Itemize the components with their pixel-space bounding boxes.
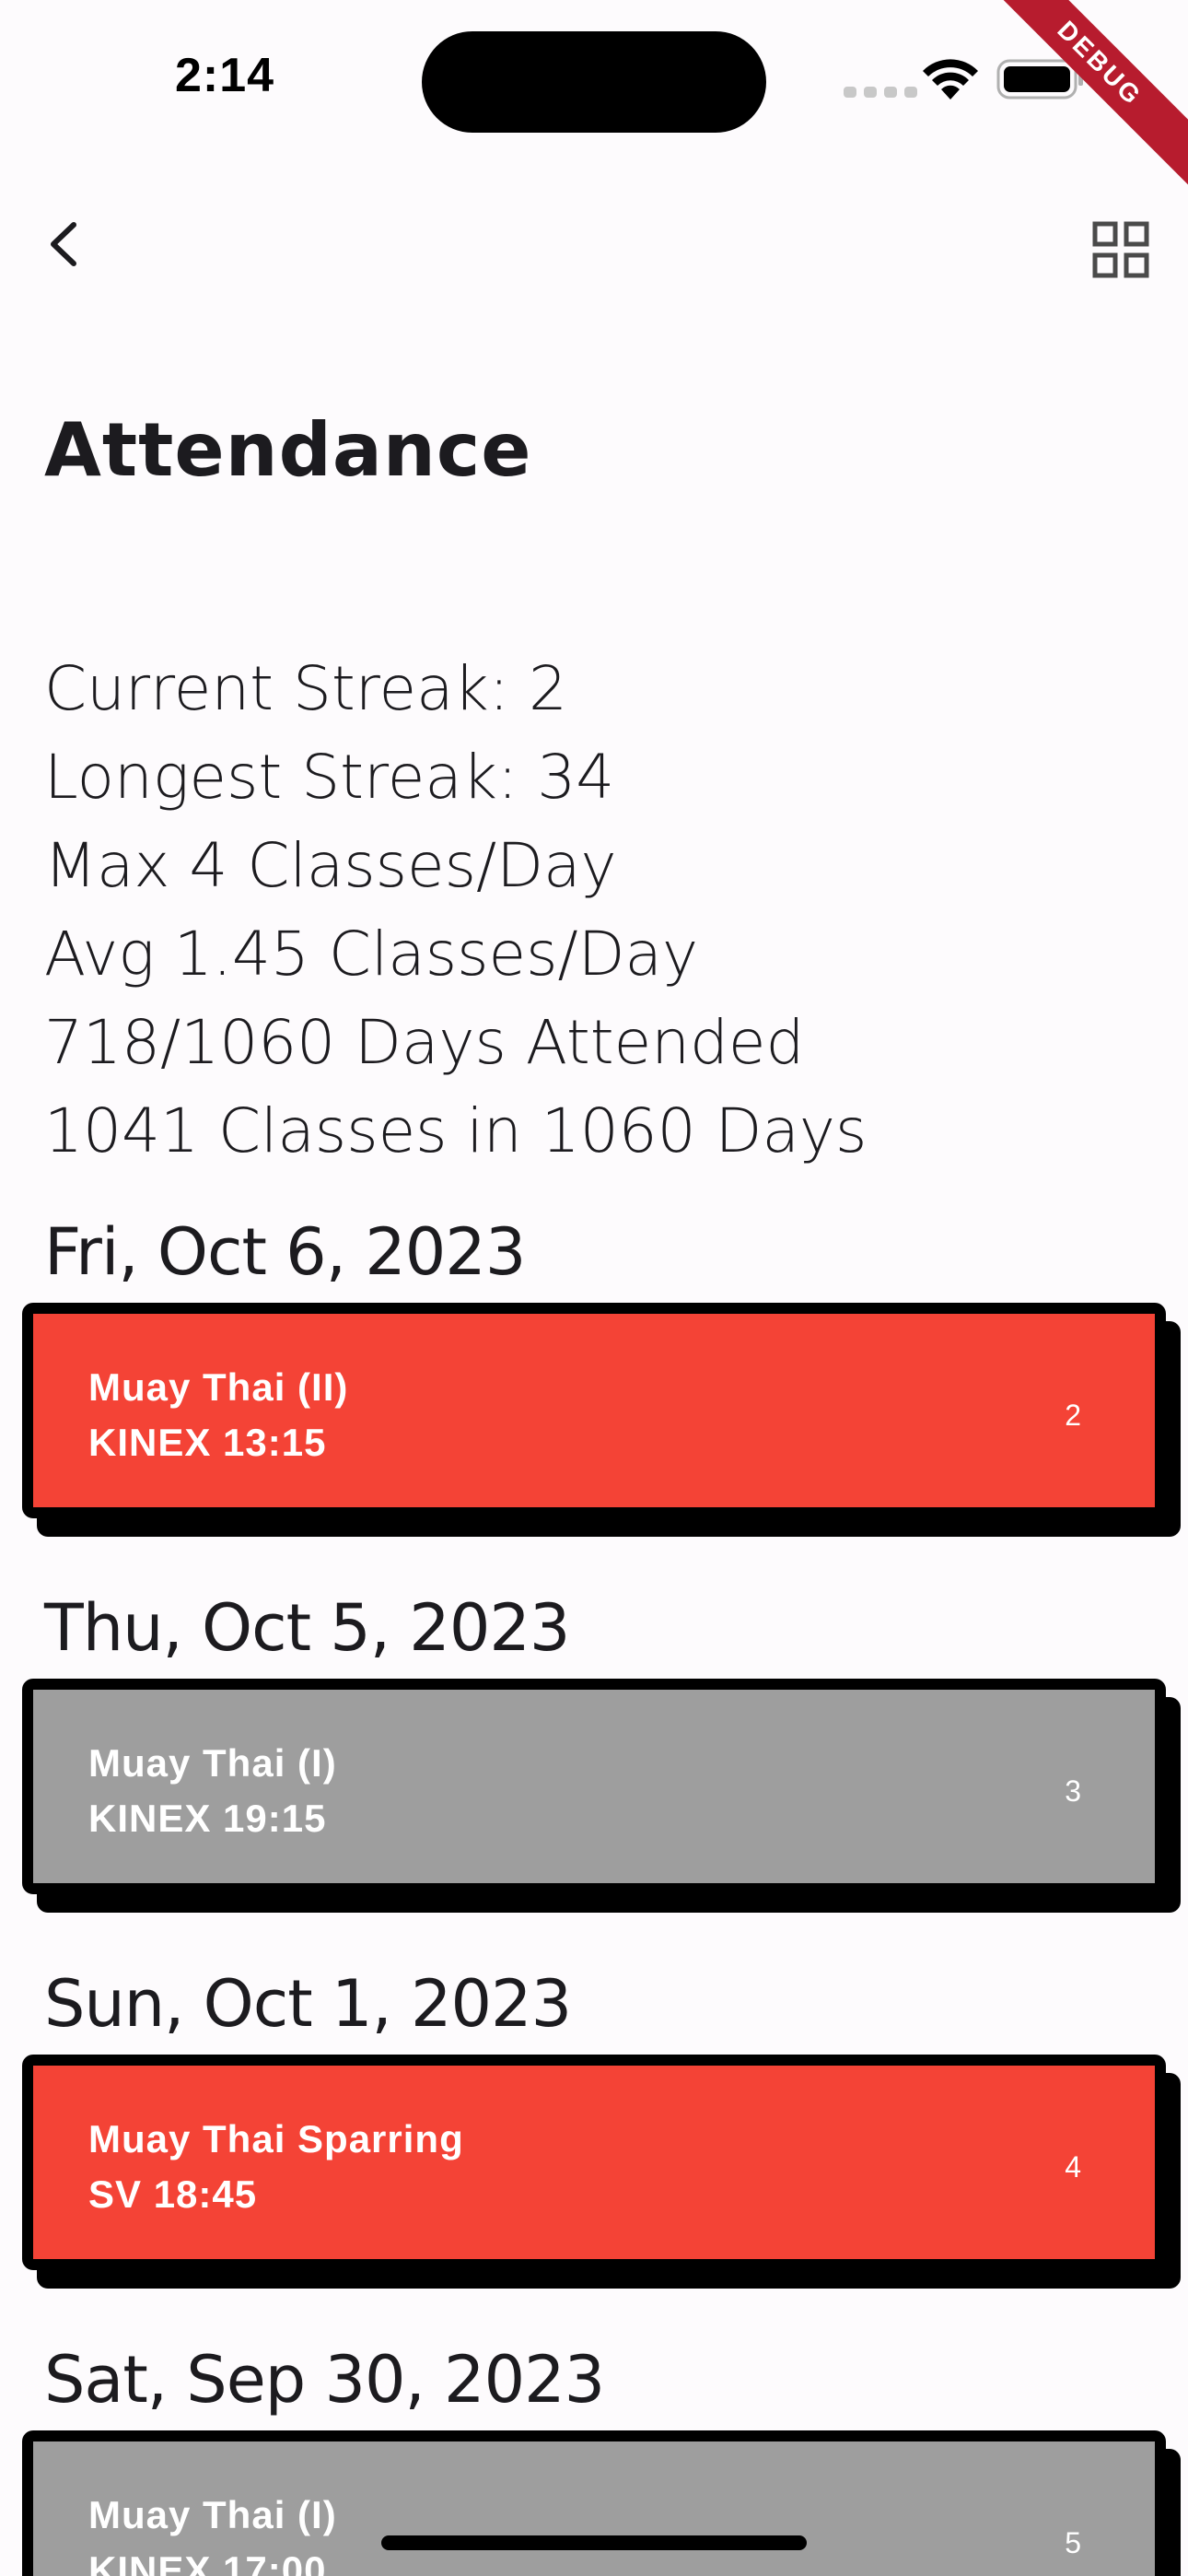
cellular-signal-icon (844, 87, 917, 98)
grid-view-icon (1092, 221, 1149, 278)
class-location-time: KINEX 17:00 (88, 2548, 327, 2576)
class-count: 3 (1065, 1774, 1081, 1808)
class-name: Muay Thai (II) (88, 1365, 349, 1409)
class-location-time: KINEX 19:15 (88, 1797, 327, 1840)
home-indicator[interactable] (381, 2535, 807, 2550)
classes-total: 1041 Classes in 1060 Days (44, 1095, 868, 1166)
class-card[interactable]: Muay Thai (I) KINEX 17:00 5 (22, 2430, 1166, 2576)
chevron-left-icon (51, 222, 76, 266)
current-streak: Current Streak: 2 (44, 653, 567, 724)
status-time: 2:14 (175, 49, 275, 102)
class-name: Muay Thai Sparring (88, 2117, 464, 2160)
attendance-stats: Current Streak: 2 Longest Streak: 34 Max… (44, 645, 867, 1176)
class-name: Muay Thai (I) (88, 1741, 337, 1785)
class-card[interactable]: Muay Thai Sparring SV 18:45 4 (22, 2055, 1166, 2270)
class-card[interactable]: Muay Thai (I) KINEX 19:15 3 (22, 1679, 1166, 1894)
days-attended: 718/1060 Days Attended (44, 1007, 805, 1078)
class-card[interactable]: Muay Thai (II) KINEX 13:15 2 (22, 1303, 1166, 1518)
longest-streak: Longest Streak: 34 (44, 742, 615, 813)
back-button[interactable] (33, 212, 98, 276)
class-name: Muay Thai (I) (88, 2493, 337, 2536)
class-count: 4 (1065, 2150, 1081, 2184)
avg-classes-per-day: Avg 1.45 Classes/Day (44, 919, 699, 989)
class-count: 2 (1065, 1399, 1081, 1432)
attendance-screen: 2:14 DEBUG Attendance Current Streak: 2 … (0, 0, 1188, 2576)
day-date-header: Sat, Sep 30, 2023 (44, 2342, 605, 2418)
class-location-time: SV 18:45 (88, 2172, 258, 2216)
max-classes-per-day: Max 4 Classes/Day (44, 830, 617, 901)
page-title: Attendance (44, 407, 532, 493)
class-count: 5 (1065, 2526, 1081, 2559)
class-location-time: KINEX 13:15 (88, 1421, 327, 1464)
day-date-header: Sun, Oct 1, 2023 (44, 1966, 572, 2042)
dynamic-island (422, 31, 766, 133)
grid-view-button[interactable] (1089, 217, 1153, 282)
day-date-header: Fri, Oct 6, 2023 (44, 1214, 526, 1290)
day-date-header: Thu, Oct 5, 2023 (44, 1590, 570, 1666)
wifi-icon (923, 59, 978, 100)
